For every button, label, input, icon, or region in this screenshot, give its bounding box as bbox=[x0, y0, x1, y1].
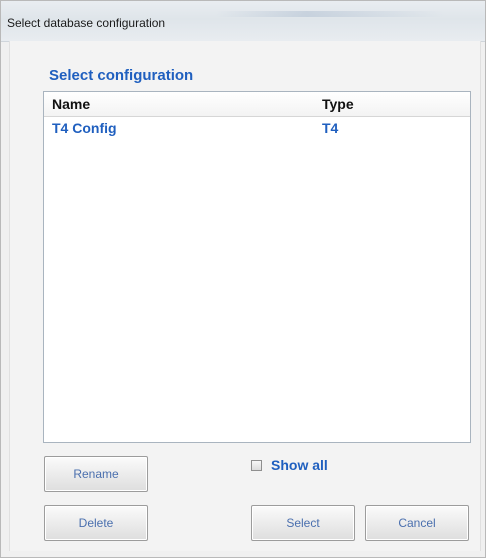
configuration-list[interactable]: Name Type T4 Config T4 bbox=[43, 91, 471, 443]
row-type: T4 bbox=[322, 120, 339, 136]
title-bar[interactable]: Select database configuration bbox=[1, 1, 485, 42]
show-all-toggle[interactable]: Show all bbox=[251, 456, 328, 474]
rename-button[interactable]: Rename bbox=[44, 456, 148, 492]
show-all-checkbox[interactable] bbox=[251, 459, 262, 471]
group-title: Select configuration bbox=[49, 67, 194, 84]
column-header-type[interactable]: Type bbox=[322, 96, 354, 112]
cancel-button[interactable]: Cancel bbox=[365, 505, 469, 541]
row-name: T4 Config bbox=[52, 120, 117, 136]
list-row[interactable]: T4 Config T4 bbox=[44, 118, 470, 140]
dialog-window: Select database configuration Select con… bbox=[0, 0, 486, 558]
delete-button[interactable]: Delete bbox=[44, 505, 148, 541]
window-title: Select database configuration bbox=[7, 16, 166, 30]
select-button[interactable]: Select bbox=[251, 505, 355, 541]
column-header-name[interactable]: Name bbox=[52, 96, 90, 112]
show-all-label: Show all bbox=[271, 457, 328, 473]
title-bar-glare bbox=[215, 11, 445, 17]
list-header: Name Type bbox=[44, 92, 470, 117]
